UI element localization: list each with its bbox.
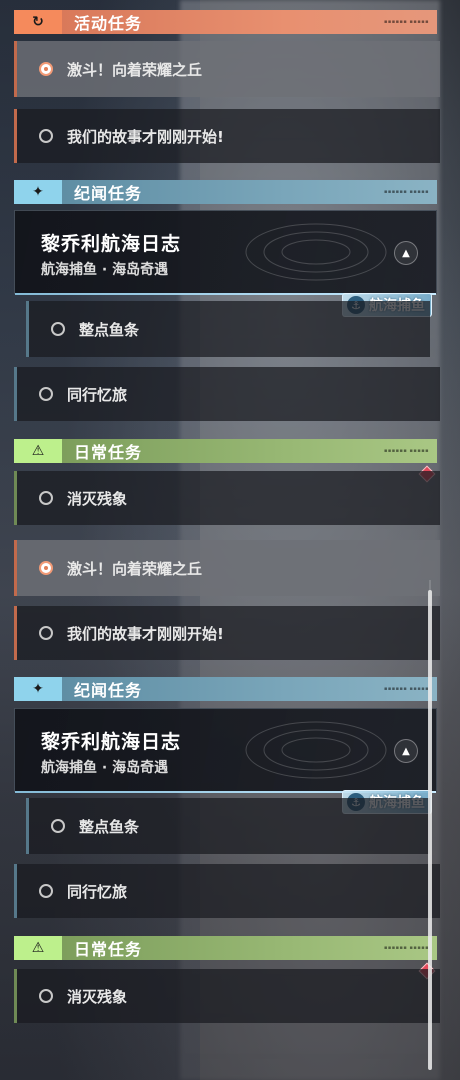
category-title: 纪闻任务 [74, 681, 143, 700]
quest-label: 激斗！向着荣耀之丘 [67, 559, 203, 578]
quest-item-story-2[interactable]: 同行忆旅 [14, 864, 440, 918]
quest-label: 激斗！向着荣耀之丘 [67, 60, 203, 79]
quest-item-story-1[interactable]: 整点鱼条 [26, 798, 430, 854]
quest-radio[interactable] [39, 989, 53, 1003]
category-deco-tag: ▪▪▪▪▪▪ ▪▪▪▪▪ [383, 686, 429, 692]
sparkle-icon: ✦ [14, 677, 62, 701]
quest-label: 消灭残象 [67, 987, 128, 1006]
quest-item-daily-1[interactable]: 消灭残象 [14, 471, 440, 525]
scrollbar-thumb[interactable] [428, 590, 432, 1070]
category-title: 日常任务 [74, 940, 143, 959]
contour-map-decoration [245, 223, 387, 281]
quest-label: 同行忆旅 [67, 882, 128, 901]
tracked-quest-subtitle: 航海捕鱼 · 海岛奇遇 [41, 760, 169, 776]
category-deco-tag: ▪▪▪▪▪▪ ▪▪▪▪▪ [383, 448, 429, 454]
category-header-activity[interactable]: ↻ 活动任务 ▪▪▪▪▪▪ ▪▪▪▪▪ [14, 10, 437, 34]
quest-radio[interactable] [39, 884, 53, 898]
cycle-icon: ↻ [14, 10, 62, 34]
quest-label: 整点鱼条 [79, 817, 140, 836]
quest-label: 我们的故事才刚刚开始! [67, 127, 224, 146]
quest-radio-selected[interactable] [39, 561, 53, 575]
quest-item-activity-1[interactable]: 激斗！向着荣耀之丘 [14, 540, 440, 596]
quest-radio[interactable] [39, 491, 53, 505]
sparkle-icon: ✦ [14, 180, 62, 204]
contour-map-decoration [245, 721, 387, 779]
quest-radio[interactable] [39, 129, 53, 143]
quest-item-story-1[interactable]: 整点鱼条 [26, 301, 430, 357]
category-header-daily[interactable]: ⚠ 日常任务 ▪▪▪▪▪▪ ▪▪▪▪▪ [14, 439, 437, 463]
quest-panel-bottom: 激斗！向着荣耀之丘 我们的故事才刚刚开始! ✦ 纪闻任务 ▪▪▪▪▪▪ ▪▪▪▪▪… [0, 540, 446, 1080]
category-deco-tag: ▪▪▪▪▪▪ ▪▪▪▪▪ [383, 945, 429, 951]
quest-label: 我们的故事才刚刚开始! [67, 624, 224, 643]
quest-item-activity-1[interactable]: 激斗！向着荣耀之丘 [14, 41, 440, 97]
chevron-up-icon[interactable]: ▲ [394, 241, 418, 265]
quest-panel-top: ↻ 活动任务 ▪▪▪▪▪▪ ▪▪▪▪▪ 激斗！向着荣耀之丘 我们的故事才刚刚开始!… [0, 0, 446, 540]
exclamation-icon: ⚠ [14, 936, 62, 960]
quest-label: 同行忆旅 [67, 385, 128, 404]
quest-item-activity-2[interactable]: 我们的故事才刚刚开始! [14, 109, 440, 163]
quest-radio[interactable] [39, 626, 53, 640]
tracked-quest-card[interactable]: 黎乔利航海日志 航海捕鱼 · 海岛奇遇 ▲ [14, 210, 437, 295]
category-title: 纪闻任务 [74, 184, 143, 203]
category-header-story[interactable]: ✦ 纪闻任务 ▪▪▪▪▪▪ ▪▪▪▪▪ [14, 677, 437, 701]
quest-radio-selected[interactable] [39, 62, 53, 76]
category-header-daily[interactable]: ⚠ 日常任务 ▪▪▪▪▪▪ ▪▪▪▪▪ [14, 936, 437, 960]
tracked-quest-title: 黎乔利航海日志 [41, 233, 182, 255]
tracked-quest-title: 黎乔利航海日志 [41, 731, 182, 753]
category-header-story[interactable]: ✦ 纪闻任务 ▪▪▪▪▪▪ ▪▪▪▪▪ [14, 180, 437, 204]
tracked-quest-subtitle: 航海捕鱼 · 海岛奇遇 [41, 262, 169, 278]
quest-item-activity-2[interactable]: 我们的故事才刚刚开始! [14, 606, 440, 660]
quest-item-daily-1[interactable]: 消灭残象 [14, 969, 440, 1023]
quest-radio[interactable] [51, 819, 65, 833]
category-title: 活动任务 [74, 14, 143, 33]
quest-label: 消灭残象 [67, 489, 128, 508]
chevron-up-icon[interactable]: ▲ [394, 739, 418, 763]
category-deco-tag: ▪▪▪▪▪▪ ▪▪▪▪▪ [383, 189, 429, 195]
quest-label: 整点鱼条 [79, 320, 140, 339]
exclamation-icon: ⚠ [14, 439, 62, 463]
quest-radio[interactable] [39, 387, 53, 401]
tracked-quest-card[interactable]: 黎乔利航海日志 航海捕鱼 · 海岛奇遇 ▲ [14, 708, 437, 793]
quest-radio[interactable] [51, 322, 65, 336]
quest-item-story-2[interactable]: 同行忆旅 [14, 367, 440, 421]
category-deco-tag: ▪▪▪▪▪▪ ▪▪▪▪▪ [383, 19, 429, 25]
category-title: 日常任务 [74, 443, 143, 462]
